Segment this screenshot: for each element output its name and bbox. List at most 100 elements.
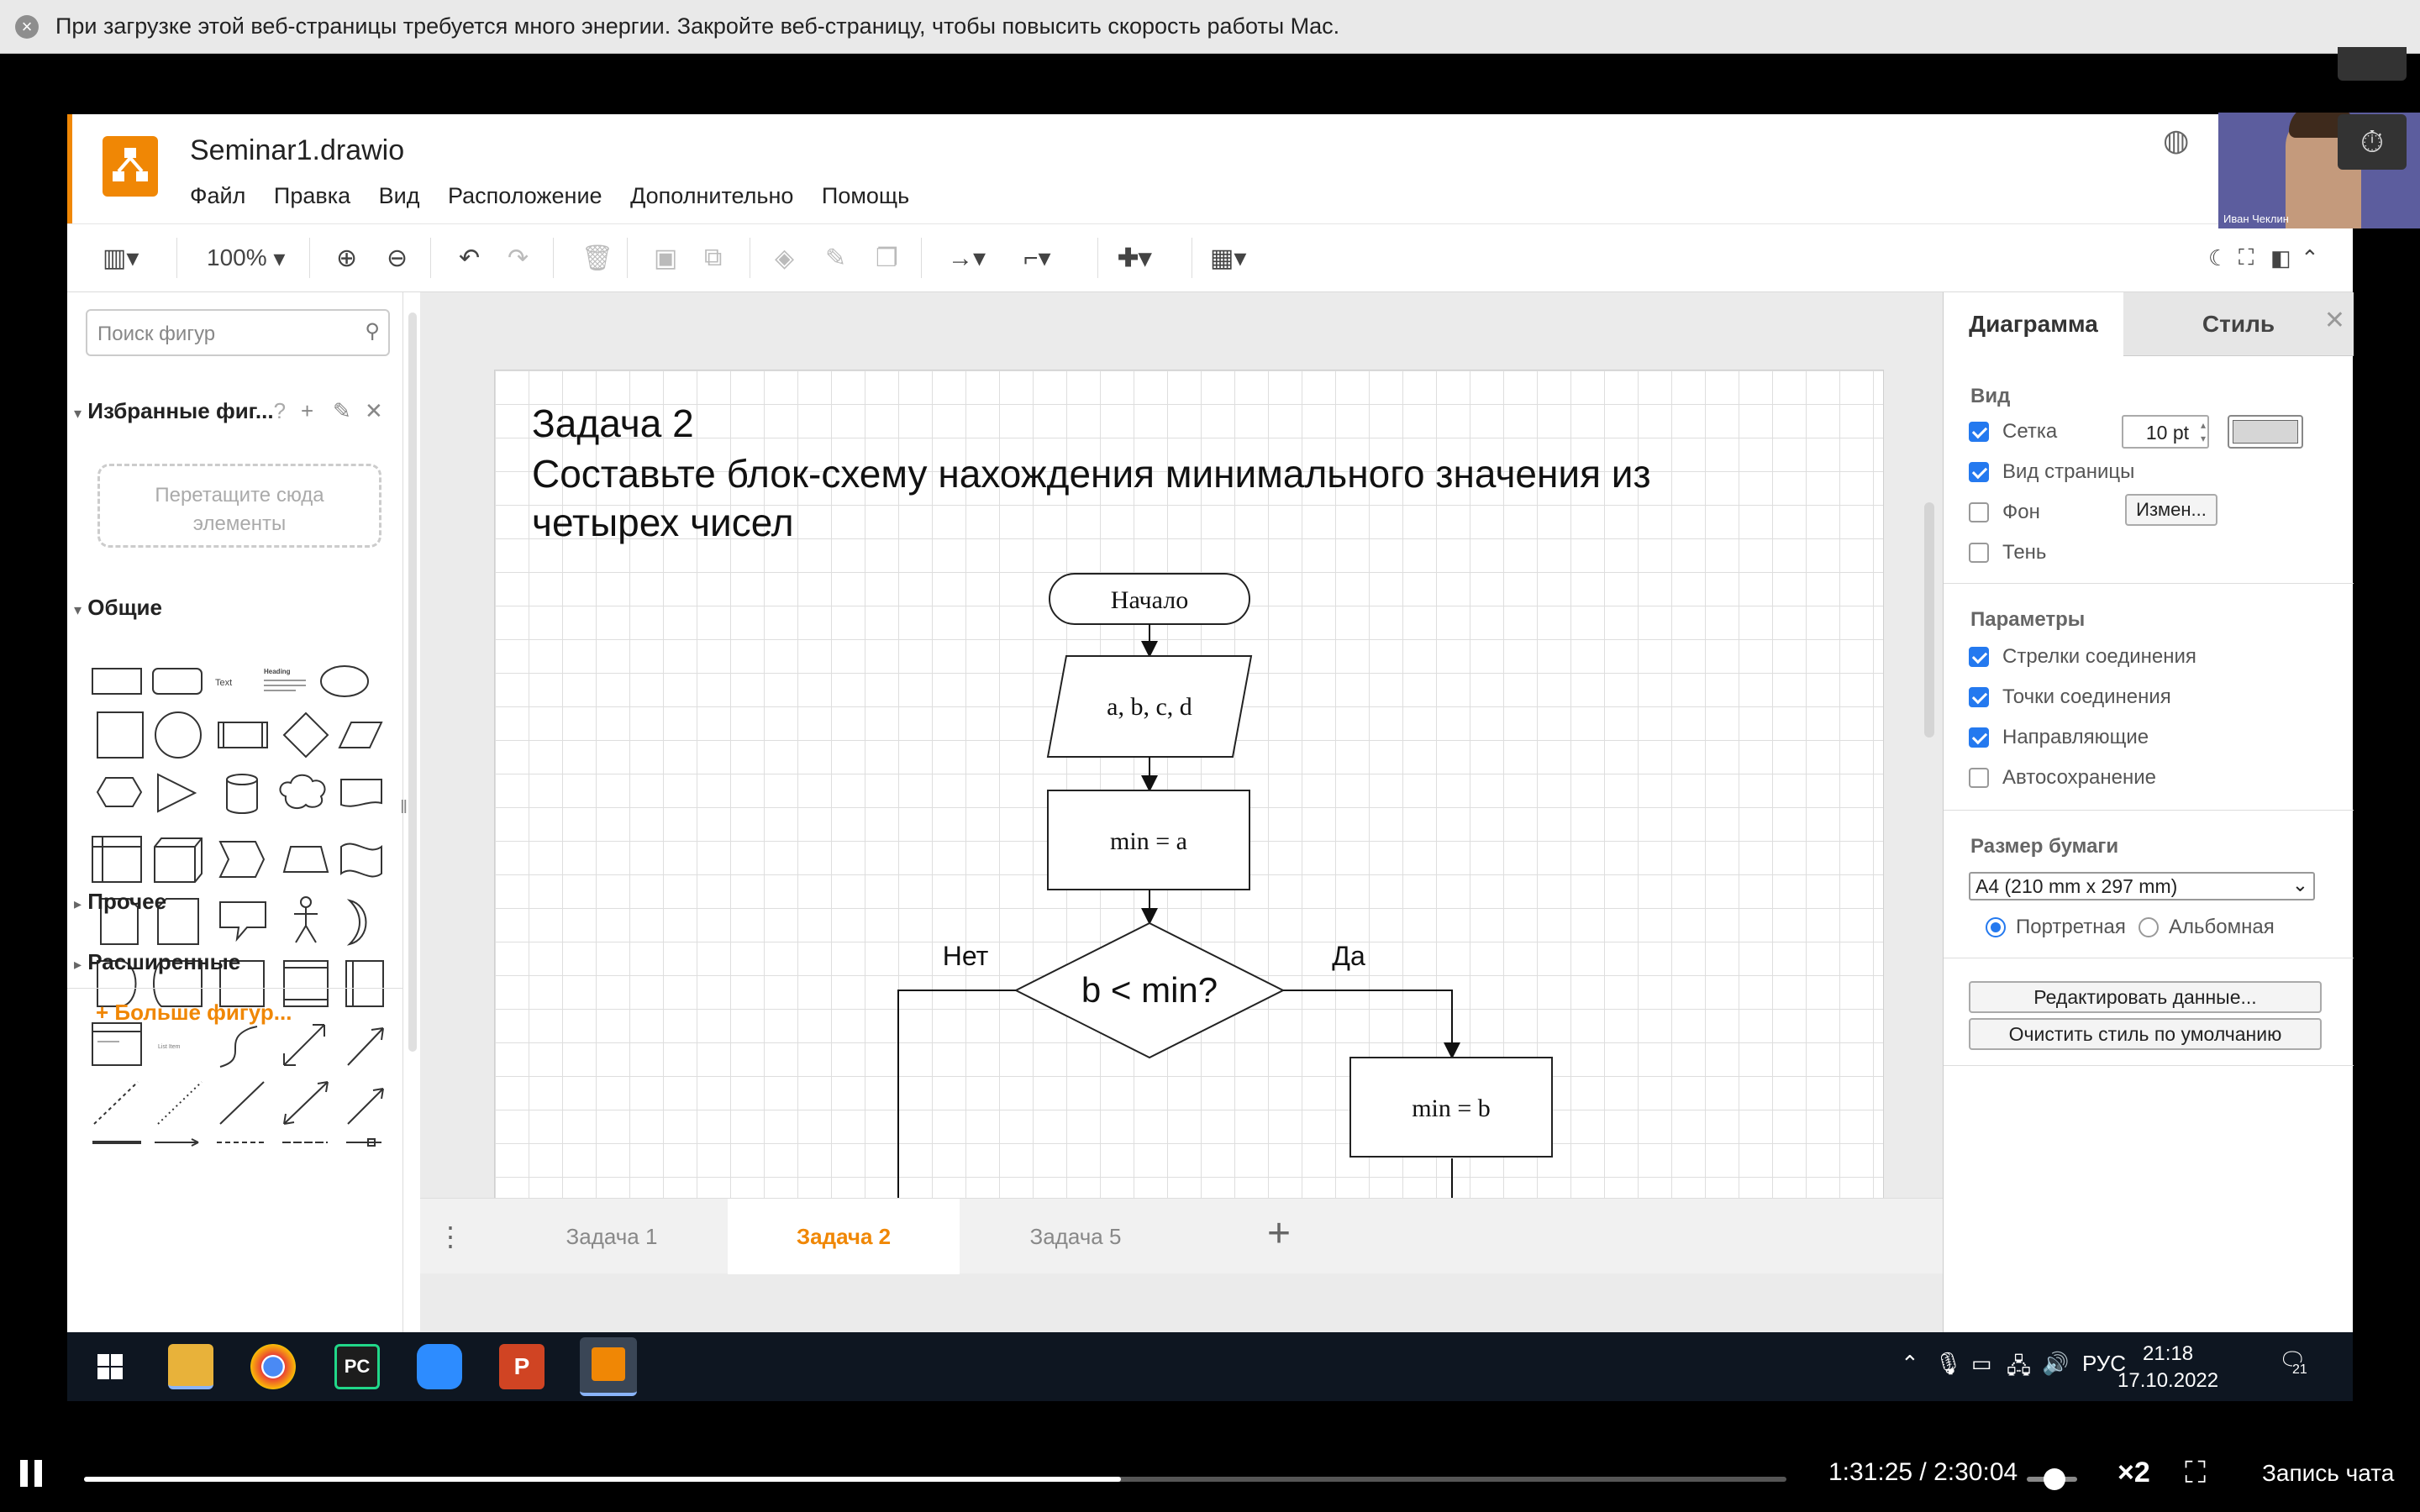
landscape-option[interactable]: Альбомная — [2139, 916, 2275, 939]
favorites-drop-zone[interactable]: Перетащите сюда элементы — [97, 464, 381, 548]
language-globe-icon[interactable]: ◍ — [2163, 123, 2189, 158]
connection-arrows-option[interactable]: Стрелки соединения — [1969, 645, 2196, 669]
autosave-checkbox[interactable] — [1969, 768, 1989, 788]
shadow-checkbox[interactable] — [1969, 543, 1989, 563]
clear-default-style-button[interactable]: Очистить стиль по умолчанию — [1969, 1018, 2322, 1050]
undo-icon[interactable]: ↶ — [459, 241, 480, 275]
close-favorite-icon[interactable]: ✕ — [365, 398, 383, 424]
pause-icon[interactable] — [20, 1460, 45, 1487]
menu-view[interactable]: Вид — [379, 183, 420, 208]
diagram-page[interactable]: Задача 2 Составьте блок-схему нахождения… — [494, 370, 1884, 1242]
volume-icon[interactable]: 🔊 — [2042, 1351, 2069, 1377]
connection-points-checkbox[interactable] — [1969, 687, 1989, 707]
view-panels-icon[interactable]: ▥▾ — [103, 241, 139, 275]
windows-start-icon[interactable] — [87, 1344, 133, 1389]
notifications-icon[interactable]: 🗨 21 — [2279, 1347, 2307, 1378]
tab-task-5[interactable]: Задача 5 — [960, 1199, 1192, 1274]
advanced-section-header[interactable]: ▸ Расширенные — [74, 949, 240, 975]
top-corner-widget[interactable] — [2338, 47, 2407, 81]
landscape-radio[interactable] — [2139, 917, 2159, 937]
portrait-radio[interactable] — [1986, 917, 2006, 937]
other-section-header[interactable]: ▸ Прочее — [74, 889, 166, 915]
delete-icon[interactable]: 🗑 — [581, 241, 613, 275]
zoom-select[interactable]: 100% ▾ — [207, 241, 285, 275]
playback-progress-bar[interactable] — [84, 1477, 1786, 1482]
playback-speed-button[interactable]: ×2 — [2118, 1457, 2150, 1489]
timer-icon[interactable]: ⏱ — [2338, 114, 2407, 170]
close-notification-icon[interactable]: × — [15, 15, 39, 39]
taskbar-clock[interactable]: 21:18 17.10.2022 — [2118, 1341, 2218, 1394]
redo-icon[interactable]: ↷ — [508, 241, 529, 275]
edit-data-button[interactable]: Редактировать данные... — [1969, 981, 2322, 1013]
close-panel-icon[interactable]: ✕ — [2324, 306, 2345, 335]
tray-expand-icon[interactable]: ⌃ — [1901, 1351, 1919, 1377]
format-panel-toggle-icon[interactable]: ◧ — [2270, 241, 2291, 275]
add-page-icon[interactable]: + — [1267, 1210, 1291, 1257]
to-front-icon[interactable]: ▣ — [654, 241, 677, 275]
battery-icon[interactable]: ▭ — [1971, 1351, 1992, 1377]
connection-arrows-checkbox[interactable] — [1969, 647, 1989, 667]
zoom-out-icon[interactable]: ⊖ — [387, 241, 408, 275]
search-icon[interactable]: ⚲ — [365, 319, 380, 344]
menu-help[interactable]: Помощь — [822, 183, 909, 208]
tab-diagram[interactable]: Диаграмма — [1944, 292, 2123, 356]
autosave-option[interactable]: Автосохранение — [1969, 766, 2156, 790]
connection-points-option[interactable]: Точки соединения — [1969, 685, 2171, 709]
guides-checkbox[interactable] — [1969, 727, 1989, 748]
pages-menu-icon[interactable]: ⋮ — [437, 1221, 464, 1252]
background-option[interactable]: Фон — [1969, 501, 2040, 524]
chat-recording-button[interactable]: Запись чата — [2262, 1460, 2394, 1487]
grid-option[interactable]: Сетка — [1969, 420, 2057, 444]
favorites-section-header[interactable]: ▾ Избранные фиг...? + ✎ ✕ — [74, 398, 383, 424]
menu-file[interactable]: Файл — [190, 183, 245, 208]
volume-slider[interactable] — [2027, 1468, 2077, 1490]
grid-color-button[interactable] — [2228, 415, 2303, 449]
shadow-option[interactable]: Тень — [1969, 541, 2046, 564]
document-title[interactable]: Seminar1.drawio — [190, 134, 404, 167]
page-view-checkbox[interactable] — [1969, 462, 1989, 482]
volume-knob[interactable] — [2044, 1468, 2065, 1490]
add-favorite-icon[interactable]: + — [301, 398, 313, 424]
canvas-vertical-scrollbar[interactable] — [1924, 502, 1934, 738]
portrait-option[interactable]: Портретная — [1986, 916, 2126, 939]
sidebar-resize-grip[interactable]: ‖ — [400, 796, 408, 818]
fullscreen-toggle-icon[interactable]: ⛶ — [2185, 1455, 2206, 1491]
microphone-icon[interactable]: 🎙 — [1934, 1351, 1962, 1377]
drawio-taskbar-icon[interactable] — [580, 1337, 637, 1396]
insert-icon[interactable]: ✚▾ — [1118, 241, 1151, 275]
line-color-icon[interactable]: ✎ — [825, 241, 846, 275]
chrome-icon[interactable] — [250, 1344, 296, 1389]
fill-color-icon[interactable]: ◈ — [775, 241, 794, 275]
favorites-help-icon[interactable]: ? — [274, 398, 286, 423]
sidebar-scrollbar[interactable] — [408, 312, 417, 1052]
to-back-icon[interactable]: ⧉ — [704, 241, 722, 275]
connection-style-icon[interactable]: →▾ — [948, 241, 986, 275]
menu-arrange[interactable]: Расположение — [448, 183, 602, 208]
fullscreen-icon[interactable]: ⛶ — [2238, 241, 2254, 275]
general-section-header[interactable]: ▾ Общие — [74, 595, 162, 621]
page-view-option[interactable]: Вид страницы — [1969, 460, 2134, 484]
grid-checkbox[interactable] — [1969, 422, 1989, 442]
diagram-canvas[interactable]: ‖ Задача 2 Составьте блок-схему нахожден… — [400, 292, 1943, 1332]
edit-favorite-icon[interactable]: ✎ — [333, 398, 351, 424]
shape-search-input[interactable]: Поиск фигур ⚲ — [86, 309, 390, 356]
paper-size-select[interactable]: A4 (210 mm x 297 mm) ⌄ — [1969, 872, 2315, 900]
grid-size-stepper-icon[interactable]: ▴ ▾ — [2201, 418, 2206, 445]
shadow-icon[interactable]: ❐ — [876, 241, 898, 275]
zoom-app-icon[interactable] — [417, 1344, 462, 1389]
tab-task-2[interactable]: Задача 2 — [728, 1199, 960, 1274]
change-background-button[interactable]: Измен... — [2125, 494, 2217, 526]
background-checkbox[interactable] — [1969, 502, 1989, 522]
more-shapes-button[interactable]: + Больше фигур... — [96, 1000, 292, 1026]
menu-extras[interactable]: Дополнительно — [630, 183, 793, 208]
tab-style[interactable]: Стиль — [2123, 292, 2354, 356]
file-explorer-icon[interactable] — [168, 1344, 213, 1389]
guides-option[interactable]: Направляющие — [1969, 726, 2149, 749]
theme-toggle-icon[interactable]: ☾ — [2208, 241, 2228, 275]
grid-size-input[interactable]: 10 pt ▴ ▾ — [2122, 415, 2209, 449]
pycharm-icon[interactable]: PC — [334, 1344, 380, 1389]
network-icon[interactable]: 🖧 — [2007, 1351, 2031, 1388]
waypoints-icon[interactable]: ⌐▾ — [1023, 241, 1051, 275]
zoom-in-icon[interactable]: ⊕ — [336, 241, 357, 275]
collapse-icon[interactable]: ⌃ — [2301, 241, 2319, 275]
